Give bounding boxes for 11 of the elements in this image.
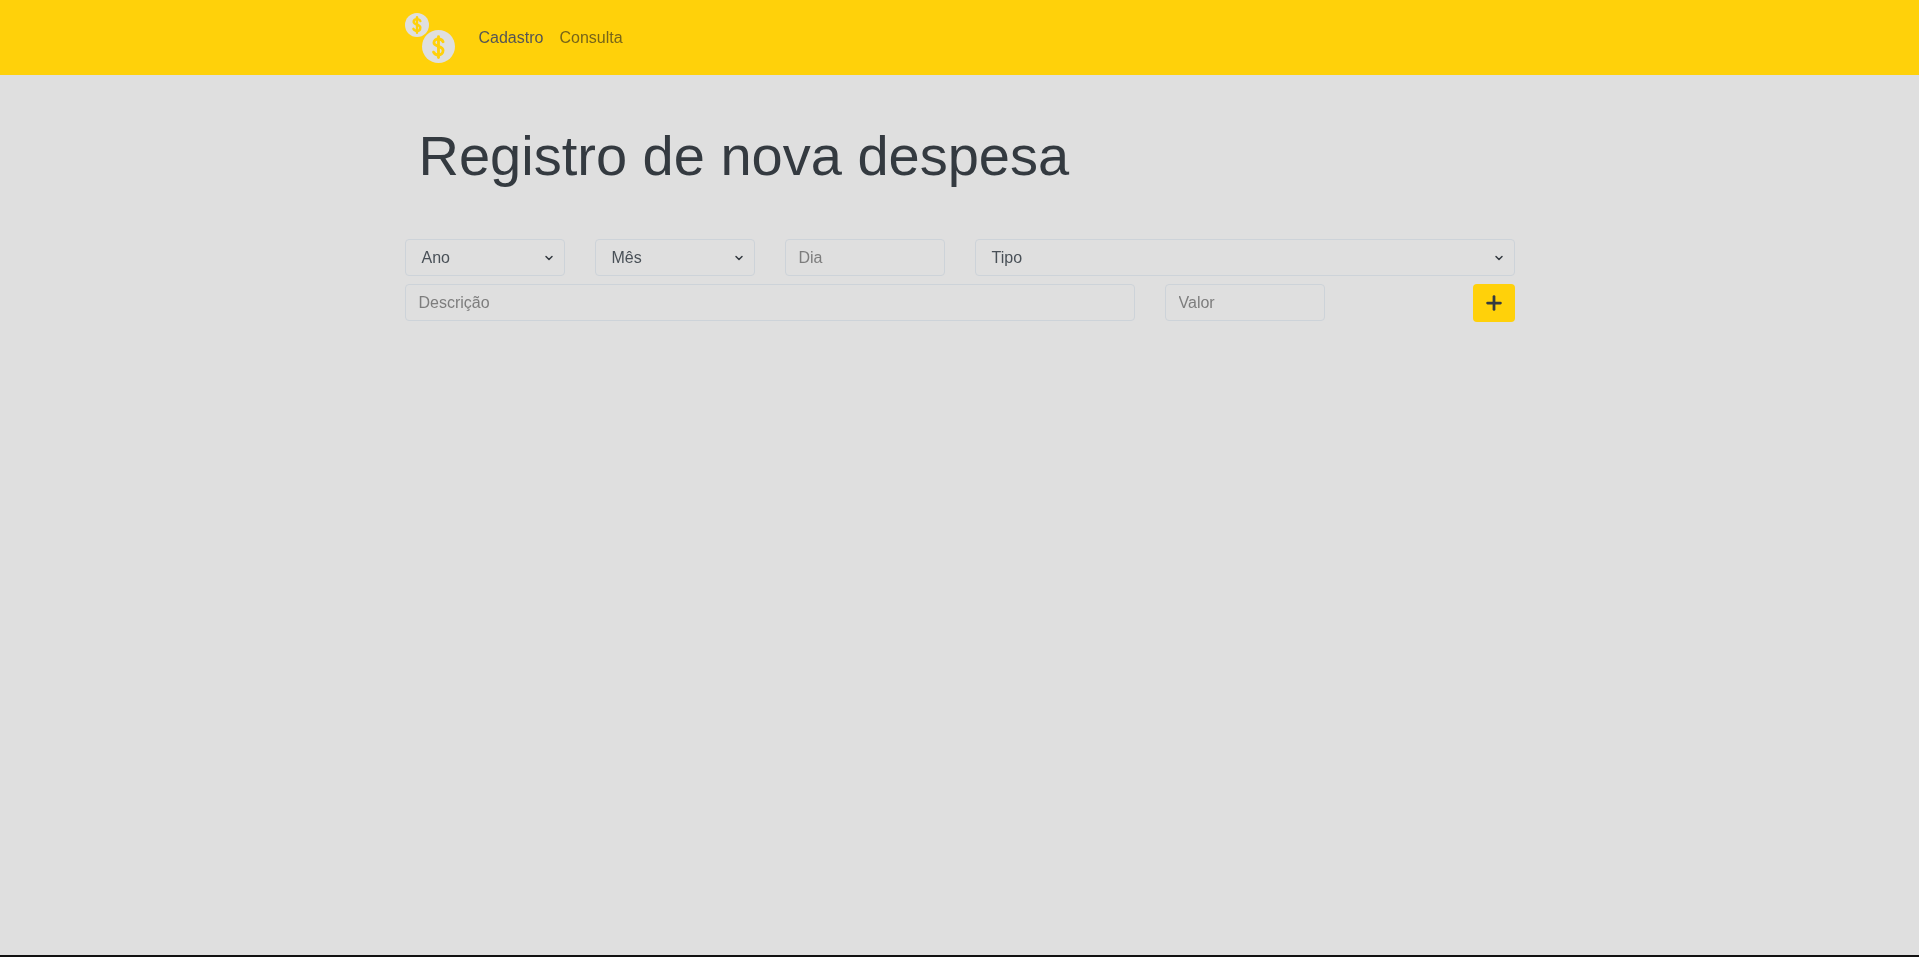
page-title: Registro de nova despesa (417, 123, 1071, 189)
dropdown-select[interactable]: Ano (404, 239, 565, 277)
nav-link[interactable]: Consulta (551, 25, 631, 50)
dropdown-select[interactable]: Mês (594, 239, 755, 277)
text-input[interactable]: Dia (784, 239, 945, 277)
nav-link[interactable]: Cadastro (470, 25, 552, 50)
dollar-coins-icon (404, 12, 455, 63)
text-input[interactable]: Valor (1164, 284, 1325, 322)
text-input[interactable]: Descrição (404, 284, 1135, 322)
dropdown-select[interactable]: Tipo (974, 239, 1515, 277)
add-button[interactable] (1472, 284, 1515, 323)
